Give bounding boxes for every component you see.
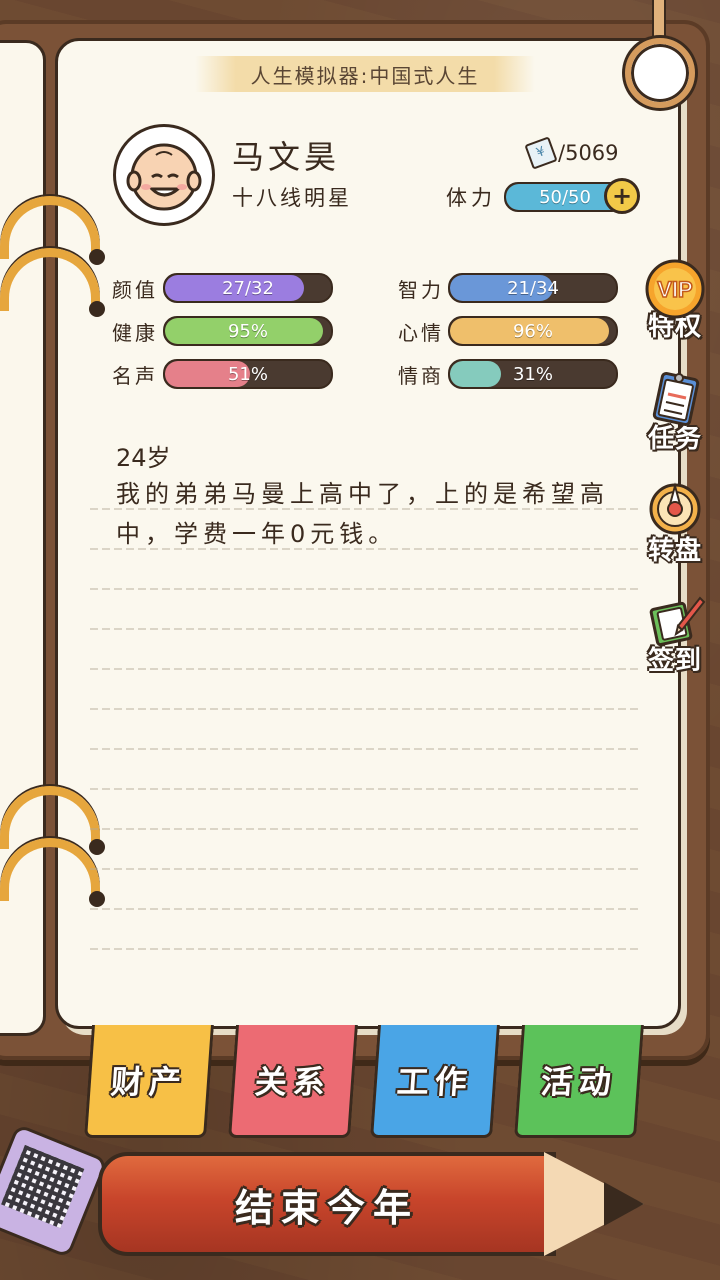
stat-value: 31%	[512, 363, 553, 385]
tab-relations-label: 关系	[253, 1063, 333, 1101]
stat-value: 51%	[227, 363, 268, 385]
tab-activities-label: 活动	[539, 1063, 619, 1101]
stat-value: 21/34	[507, 277, 559, 299]
money-prefix: /	[558, 141, 566, 165]
end-year-button[interactable]: 结束今年	[98, 1152, 556, 1256]
tab-activities[interactable]: 活动	[514, 1025, 644, 1138]
tab-assets[interactable]: 财产	[84, 1025, 214, 1138]
stat-label: 健康	[112, 321, 158, 345]
vip-privilege-button[interactable]: VIP 特权	[640, 258, 710, 343]
bald-face-icon	[126, 143, 202, 211]
stamina-label: 体力	[446, 186, 496, 210]
avatar[interactable]	[113, 124, 215, 226]
stat-bar: 96%	[448, 316, 618, 346]
stat-bar: 95%	[163, 316, 333, 346]
stat-value: 95%	[227, 320, 268, 342]
checkin-book-icon	[648, 592, 706, 647]
log-age: 24岁	[116, 444, 171, 472]
stat-label: 情商	[398, 364, 444, 388]
vip-icon: VIP	[645, 258, 705, 319]
tab-work[interactable]: 工作	[370, 1025, 500, 1138]
pencil-lead-tip	[604, 1182, 644, 1226]
check-in-button[interactable]: 签到	[640, 592, 710, 677]
stat-value: 27/32	[222, 277, 274, 299]
tab-relations[interactable]: 关系	[228, 1025, 358, 1138]
banknote-icon: ¥	[524, 136, 558, 170]
stat-label: 心情	[398, 321, 444, 345]
stat-label: 名声	[112, 364, 158, 388]
money-value: 5069	[565, 141, 619, 165]
vip-badge-text: VIP	[657, 277, 692, 302]
tab-assets-label: 财产	[109, 1063, 189, 1101]
task-button[interactable]: 任务	[640, 370, 710, 455]
stat-bar: 27/32	[163, 273, 333, 303]
app-title: 人生模拟器:中国式人生	[195, 56, 535, 92]
stat-label: 智力	[398, 278, 444, 302]
player-rank: 十八线明星	[232, 186, 352, 210]
log-event-text: 我的弟弟马曼上高中了，上的是希望高中，学费一年0元钱。	[116, 480, 609, 548]
player-name: 马文昊	[232, 138, 341, 176]
add-stamina-button[interactable]: +	[604, 178, 640, 214]
qr-code-pattern	[0, 1144, 85, 1229]
tab-work-label: 工作	[395, 1063, 475, 1101]
stat-bar: 51%	[163, 359, 333, 389]
clipboard-icon	[648, 370, 702, 426]
hanger-ring-icon	[625, 38, 695, 108]
money-display: ¥ /5069	[524, 136, 619, 170]
stat-value: 96%	[512, 320, 553, 342]
end-year-label: 结束今年	[234, 1185, 419, 1230]
wheel-button[interactable]: 转盘	[640, 482, 710, 567]
stat-bar: 21/34	[448, 273, 618, 303]
stat-bar: 31%	[448, 359, 618, 389]
wheel-icon	[648, 482, 702, 536]
stat-label: 颜值	[112, 278, 158, 302]
